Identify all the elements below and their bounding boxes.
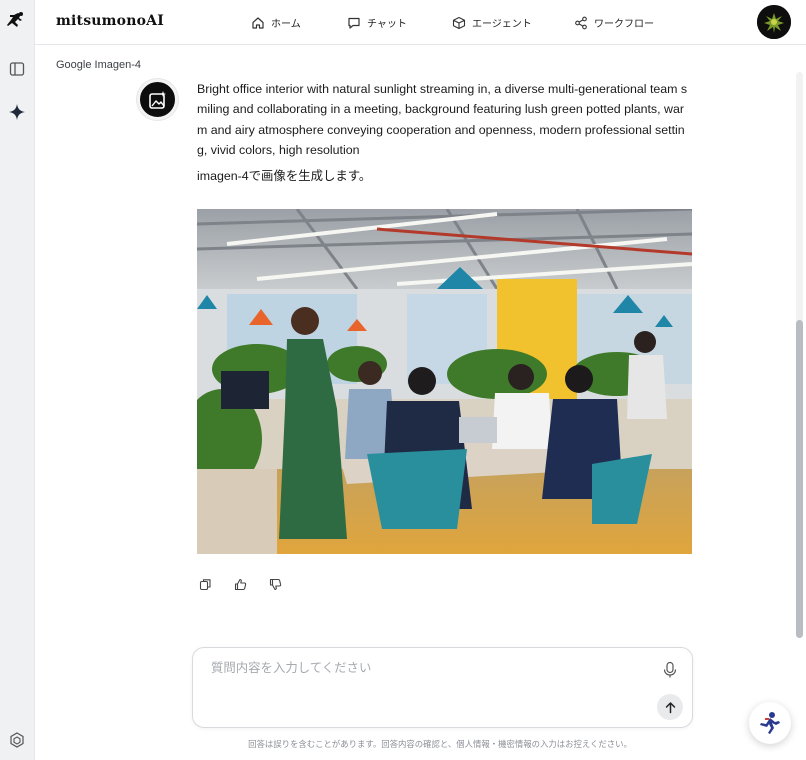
message-actions [197, 576, 283, 592]
nav-chat-label: チャット [367, 19, 407, 30]
nav-workflow[interactable]: ワークフロー [574, 0, 654, 45]
message-input[interactable] [211, 661, 631, 675]
prompt-text: Bright office interior with natural sunl… [197, 82, 688, 157]
sidebar-toggle-icon[interactable] [6, 58, 28, 80]
agent-cube-icon [452, 16, 466, 29]
send-button[interactable] [657, 694, 683, 720]
image-generate-icon [148, 90, 166, 109]
nav-agent[interactable]: エージェント [452, 0, 532, 45]
left-rail [0, 0, 35, 760]
assistant-fab[interactable] [749, 702, 791, 744]
thumbs-up-icon[interactable] [232, 576, 248, 592]
runner-mascot-icon [760, 712, 780, 734]
nav-workflow-label: ワークフロー [594, 19, 654, 30]
chat-icon [348, 17, 360, 29]
status-text: imagen-4で画像を生成します。 [197, 169, 372, 183]
nav-chat[interactable]: チャット [347, 0, 407, 45]
disclaimer-text: 回答は誤りを含むことがあります。回答内容の確認と、個人情報・機密情報の入力はお控… [248, 739, 632, 749]
sparkle-icon[interactable] [6, 101, 28, 123]
workflow-share-icon [575, 16, 587, 29]
user-avatar[interactable] [757, 5, 791, 39]
arrow-up-icon [665, 701, 675, 713]
thumbs-down-icon[interactable] [267, 576, 283, 592]
nav-home-label: ホーム [271, 19, 301, 30]
brand-name[interactable]: mitsumonoAI [56, 13, 164, 29]
nav-home[interactable]: ホーム [251, 0, 301, 45]
top-header: mitsumonoAI ホーム チャット エージェント ワークフロー [35, 0, 806, 45]
bot-avatar [137, 79, 178, 120]
nav-agent-label: エージェント [472, 19, 532, 30]
runner-logo-icon[interactable] [6, 11, 28, 33]
scrollbar-track[interactable] [796, 72, 803, 638]
scrollbar-thumb[interactable] [796, 320, 803, 638]
generated-image[interactable] [197, 209, 692, 554]
chat-composer [192, 647, 693, 728]
copy-icon[interactable] [197, 576, 213, 592]
microphone-icon[interactable] [662, 661, 678, 679]
model-label: Google Imagen-4 [56, 59, 141, 71]
home-icon [252, 16, 264, 29]
